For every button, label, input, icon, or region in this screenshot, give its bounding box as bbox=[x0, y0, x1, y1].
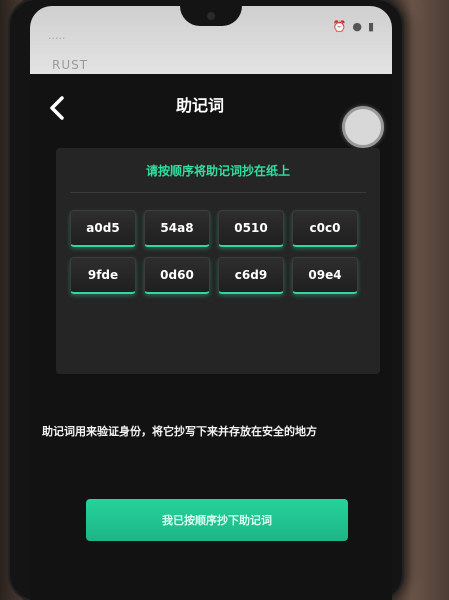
mnemonic-word[interactable]: c0c0 bbox=[292, 210, 358, 247]
status-bar: ····· RUST ⏰ ● ▮ bbox=[30, 6, 392, 84]
mnemonic-word-grid: a0d5 54a8 0510 c0c0 9fde 0d60 c6d9 09e4 bbox=[70, 210, 370, 294]
mnemonic-word[interactable]: 09e4 bbox=[292, 257, 358, 294]
mnemonic-word[interactable]: a0d5 bbox=[70, 210, 136, 247]
phone-screen: ····· RUST ⏰ ● ▮ 助记词 请按顺序将助记词抄在纸上 a0d5 5… bbox=[30, 6, 392, 600]
battery-icon: ▮ bbox=[367, 20, 374, 33]
carrier-text: ····· bbox=[48, 32, 66, 45]
alarm-icon: ⏰ bbox=[332, 20, 347, 33]
front-camera-icon bbox=[207, 12, 215, 20]
page-title: 助记词 bbox=[175, 96, 224, 115]
mnemonic-card: 请按顺序将助记词抄在纸上 a0d5 54a8 0510 c0c0 9fde 0d… bbox=[56, 148, 380, 374]
mnemonic-word[interactable]: c6d9 bbox=[218, 257, 284, 294]
mnemonic-word[interactable]: 0510 bbox=[218, 210, 284, 247]
mnemonic-word[interactable]: 54a8 bbox=[144, 210, 210, 247]
status-icons: ⏰ ● ▮ bbox=[333, 20, 374, 33]
confirm-written-button[interactable]: 我已按顺序抄下助记词 bbox=[86, 499, 348, 541]
app-content: 助记词 请按顺序将助记词抄在纸上 a0d5 54a8 0510 c0c0 9fd… bbox=[30, 74, 392, 600]
instruction-text: 请按顺序将助记词抄在纸上 bbox=[145, 164, 290, 178]
camera-notch bbox=[180, 6, 242, 26]
security-note: 助记词用来验证身份，将它抄写下来并存放在安全的地方 bbox=[42, 425, 317, 438]
phone-body: ····· RUST ⏰ ● ▮ 助记词 请按顺序将助记词抄在纸上 a0d5 5… bbox=[10, 0, 402, 600]
mnemonic-word[interactable]: 9fde bbox=[70, 257, 136, 294]
signal-icon: ● bbox=[352, 20, 362, 33]
floating-assistive-button[interactable] bbox=[342, 106, 384, 148]
status-text: RUST bbox=[52, 58, 89, 72]
mnemonic-word[interactable]: 0d60 bbox=[144, 257, 210, 294]
divider bbox=[70, 192, 366, 193]
page-header: 助记词 bbox=[30, 74, 392, 138]
